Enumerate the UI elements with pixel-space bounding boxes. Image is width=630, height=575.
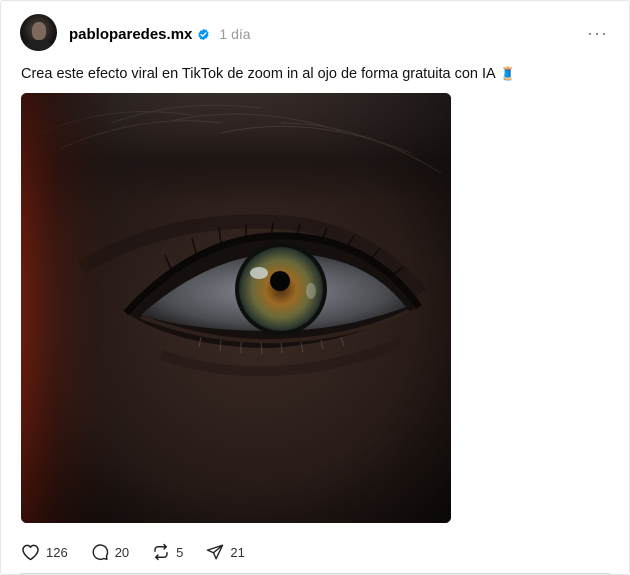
eye-closeup-illustration: [21, 93, 451, 523]
share-icon: [206, 543, 224, 561]
repost-icon: [152, 543, 170, 561]
username[interactable]: pabloparedes.mx: [69, 26, 192, 43]
caption-text: Crea este efecto viral en TikTok de zoom…: [21, 66, 496, 82]
comment-button[interactable]: 20: [91, 543, 129, 561]
post-actions: 126 20 5 21: [21, 542, 268, 562]
post-image-eye[interactable]: [21, 93, 451, 523]
repost-button[interactable]: 5: [152, 543, 183, 561]
like-count: 126: [46, 544, 68, 560]
like-button[interactable]: 126: [21, 543, 68, 561]
thread-emoji: 🧵: [499, 66, 516, 81]
comment-icon: [91, 543, 109, 561]
comment-count: 20: [114, 544, 130, 560]
threads-post: pabloparedes.mx 1 día ··· Crea este efec…: [0, 0, 630, 575]
avatar[interactable]: [20, 14, 57, 51]
avatar-shoulders: [24, 40, 54, 51]
post-divider: [20, 573, 610, 574]
share-count: 21: [230, 544, 245, 560]
repost-count: 5: [176, 544, 184, 560]
avatar-face: [32, 22, 46, 40]
post-header: pabloparedes.mx 1 día: [69, 24, 251, 44]
verified-badge-icon: [197, 28, 210, 41]
post-caption: Crea este efecto viral en TikTok de zoom…: [21, 66, 516, 82]
heart-icon: [21, 543, 40, 561]
share-button[interactable]: 21: [206, 543, 245, 561]
post-time: 1 día: [219, 26, 251, 42]
more-icon[interactable]: ···: [587, 24, 608, 42]
